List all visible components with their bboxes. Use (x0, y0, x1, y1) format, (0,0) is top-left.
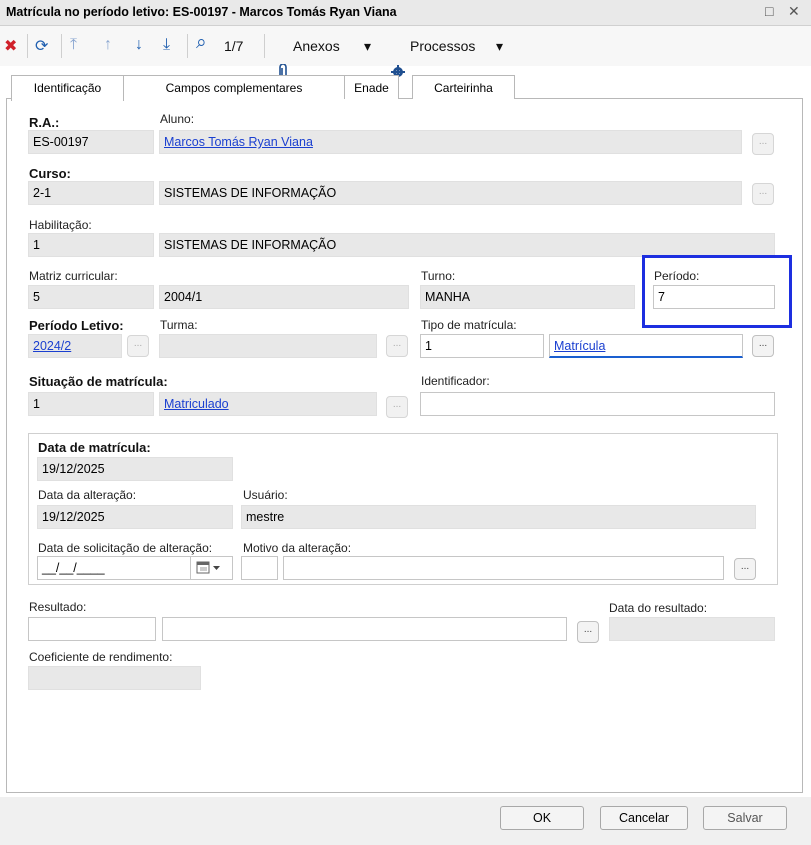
record-position: 1/7 (224, 38, 244, 54)
usuario-field[interactable]: mestre (241, 505, 756, 529)
motivo-label: Motivo da alteração: (243, 541, 352, 555)
tab-carteirinha[interactable]: Carteirinha (412, 75, 515, 100)
matriz-label: Matriz curricular: (29, 269, 118, 283)
close-icon[interactable]: ✕ (788, 3, 800, 20)
ok-button[interactable]: OK (500, 806, 584, 830)
data-solicitacao-label: Data de solicitação de alteração: (38, 541, 213, 555)
resultado-lookup-button[interactable]: ... (577, 621, 599, 643)
tipo-matricula-field[interactable]: Matrícula (549, 334, 743, 358)
toolbar-separator (27, 34, 28, 58)
chevron-down-icon[interactable]: ▾ (364, 38, 371, 55)
save-button[interactable]: Salvar (703, 806, 787, 830)
tab-enade[interactable]: Enade (344, 75, 399, 100)
data-matricula-field[interactable]: 19/12/2025 (37, 457, 233, 481)
tipo-matricula-link[interactable]: Matrícula (554, 339, 605, 353)
ra-field[interactable]: ES-00197 (28, 130, 154, 154)
refresh-icon[interactable]: ⟳ (35, 36, 48, 56)
cancel-button[interactable]: Cancelar (600, 806, 688, 830)
turma-lookup-button[interactable]: ... (386, 335, 408, 357)
turno-label: Turno: (421, 269, 456, 283)
motivo-code-input[interactable] (241, 556, 278, 580)
last-record-icon[interactable]: ⤓ (163, 36, 170, 54)
habilitacao-name-field[interactable]: SISTEMAS DE INFORMAÇÃO (159, 233, 775, 257)
date-separator (190, 557, 191, 579)
situacao-lookup-button[interactable]: ... (386, 396, 408, 418)
situacao-code-field[interactable]: 1 (28, 392, 154, 416)
footer-bar (0, 797, 811, 845)
calendar-dropdown-icon[interactable] (196, 561, 224, 575)
tipo-matricula-code-input[interactable]: 1 (420, 334, 544, 358)
data-resultado-label: Data do resultado: (609, 601, 708, 615)
periodo-label: Período: (654, 269, 700, 283)
turno-field[interactable]: MANHA (420, 285, 635, 309)
situacao-link[interactable]: Matriculado (164, 397, 229, 411)
curso-code-field[interactable]: 2-1 (28, 181, 154, 205)
chevron-down-icon[interactable]: ▾ (496, 38, 503, 55)
toolbar-separator (61, 34, 62, 58)
tab-identificacao[interactable]: Identificação (11, 75, 124, 101)
tipo-matricula-lookup-button[interactable]: ... (752, 335, 774, 357)
motivo-lookup-button[interactable]: ... (734, 558, 756, 580)
turma-label: Turma: (160, 318, 198, 332)
data-alteracao-label: Data da alteração: (38, 488, 137, 502)
matriz-code-field[interactable]: 5 (28, 285, 154, 309)
toolbar: ✖ ⟳ ⤒ ↑ ↓ ⤓ ⌕ 1/7 Anexos ▾ Processos ▾ (0, 26, 811, 79)
periodo-letivo-label: Período Letivo: (29, 318, 124, 333)
aluno-field[interactable]: Marcos Tomás Ryan Viana (159, 130, 742, 154)
data-matricula-label: Data de matrícula: (38, 440, 151, 455)
next-record-icon[interactable]: ↓ (135, 36, 143, 54)
ra-label: R.A.: (29, 115, 60, 130)
data-alteracao-field[interactable]: 19/12/2025 (37, 505, 233, 529)
aluno-link[interactable]: Marcos Tomás Ryan Viana (164, 135, 313, 149)
habilitacao-label: Habilitação: (29, 218, 92, 232)
curso-label: Curso: (29, 166, 71, 181)
delete-icon[interactable]: ✖ (4, 36, 17, 56)
toolbar-separator (187, 34, 188, 58)
situacao-field[interactable]: Matriculado (159, 392, 377, 416)
habilitacao-code-field[interactable]: 1 (28, 233, 154, 257)
curso-name-field[interactable]: SISTEMAS DE INFORMAÇÃO (159, 181, 742, 205)
data-resultado-field[interactable] (609, 617, 775, 641)
resultado-input[interactable] (162, 617, 567, 641)
tipo-matricula-label: Tipo de matrícula: (421, 318, 517, 332)
window-title: Matrícula no período letivo: ES-00197 - … (6, 5, 397, 19)
matriz-value-field[interactable]: 2004/1 (159, 285, 409, 309)
title-bar: Matrícula no período letivo: ES-00197 - … (0, 0, 811, 26)
processes-button[interactable]: Processos (410, 38, 475, 54)
identificador-label: Identificador: (421, 374, 490, 388)
periodo-letivo-link[interactable]: 2024/2 (33, 339, 71, 353)
search-icon[interactable]: ⌕ (196, 32, 207, 54)
resultado-label: Resultado: (29, 600, 87, 614)
maximize-icon[interactable]: □ (765, 3, 773, 19)
tab-campos-complementares[interactable]: Campos complementares (123, 75, 345, 100)
data-solicitacao-value: __/__/____ (42, 561, 105, 575)
motivo-input[interactable] (283, 556, 724, 580)
coeficiente-field[interactable] (28, 666, 201, 690)
toolbar-separator (264, 34, 265, 58)
periodo-letivo-field[interactable]: 2024/2 (28, 334, 122, 358)
turma-field[interactable] (159, 334, 377, 358)
curso-lookup-button[interactable]: ... (752, 183, 774, 205)
usuario-label: Usuário: (243, 488, 288, 502)
aluno-label: Aluno: (160, 112, 195, 126)
attachments-button[interactable]: Anexos (293, 38, 340, 54)
periodo-input[interactable]: 7 (653, 285, 775, 309)
identificador-input[interactable] (420, 392, 775, 416)
situacao-label: Situação de matrícula: (29, 374, 168, 389)
first-record-icon[interactable]: ⤒ (70, 36, 77, 54)
aluno-lookup-button[interactable]: ... (752, 133, 774, 155)
previous-record-icon[interactable]: ↑ (104, 36, 112, 54)
resultado-code-input[interactable] (28, 617, 156, 641)
periodo-letivo-lookup-button[interactable]: ... (127, 335, 149, 357)
coeficiente-label: Coeficiente de rendimento: (29, 650, 173, 664)
